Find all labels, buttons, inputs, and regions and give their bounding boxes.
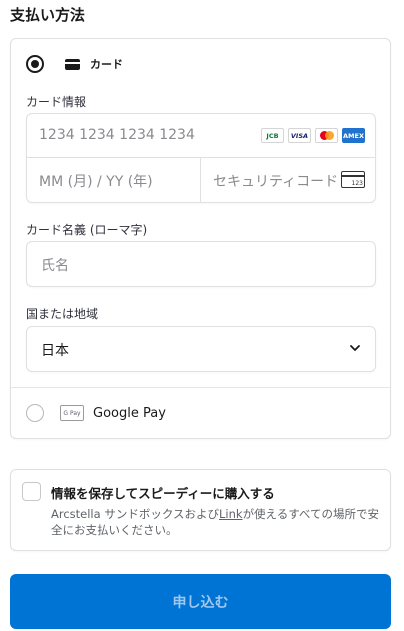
submit-button[interactable]: 申し込む xyxy=(10,574,391,629)
cardholder-name-placeholder: 氏名 xyxy=(41,258,69,274)
save-info-box: 情報を保存してスピーディーに購入する Arcstella サンドボックスおよびL… xyxy=(10,469,391,551)
visa-icon: VISA xyxy=(288,128,311,143)
cvc-placeholder: セキュリティコード xyxy=(213,174,339,190)
save-desc-prefix: Arcstella サンドボックスおよび xyxy=(51,507,219,521)
country-select[interactable]: 日本 xyxy=(26,326,376,372)
payment-method-panel: カード カード情報 1234 1234 1234 1234 JCB VISA A… xyxy=(10,38,391,439)
card-radio[interactable] xyxy=(26,55,44,73)
google-pay-radio[interactable] xyxy=(26,404,44,422)
amex-icon: AMEX xyxy=(342,128,365,143)
card-number-placeholder: 1234 1234 1234 1234 xyxy=(39,127,195,143)
card-brands: JCB VISA AMEX xyxy=(261,128,365,143)
google-pay-option[interactable]: G Pay Google Pay xyxy=(26,402,166,424)
cvc-field[interactable]: セキュリティコード 123 xyxy=(201,158,375,202)
section-title: 支払い方法 xyxy=(10,6,86,24)
jcb-icon: JCB xyxy=(261,128,284,143)
card-info-label: カード情報 xyxy=(26,95,87,109)
expiry-placeholder: MM (月) / YY (年) xyxy=(39,174,153,190)
cardholder-name-field[interactable]: 氏名 xyxy=(26,241,376,287)
country-value: 日本 xyxy=(41,343,69,359)
save-info-title: 情報を保存してスピーディーに購入する xyxy=(51,486,275,501)
google-pay-icon: G Pay xyxy=(60,405,84,421)
cvc-card-icon: 123 xyxy=(341,171,365,188)
expiry-field[interactable]: MM (月) / YY (年) xyxy=(27,158,201,202)
card-number-field[interactable]: 1234 1234 1234 1234 JCB VISA AMEX xyxy=(27,114,375,158)
save-info-description: Arcstella サンドボックスおよびLinkが使えるすべての場所で安全にお支… xyxy=(51,506,381,538)
chevron-down-icon xyxy=(350,345,360,351)
save-info-checkbox[interactable] xyxy=(22,482,41,501)
credit-card-icon xyxy=(65,58,80,70)
card-method-option[interactable]: カード xyxy=(26,53,123,75)
mastercard-icon xyxy=(315,128,338,143)
google-pay-label: Google Pay xyxy=(93,405,166,421)
cardholder-name-label: カード名義 (ローマ字) xyxy=(26,223,148,237)
method-divider xyxy=(11,387,390,388)
card-method-label: カード xyxy=(90,58,123,71)
cvc-icon-text: 123 xyxy=(351,180,363,187)
country-label: 国または地域 xyxy=(26,307,99,321)
link-text[interactable]: Link xyxy=(219,507,243,521)
card-input-group: 1234 1234 1234 1234 JCB VISA AMEX MM (月)… xyxy=(26,113,376,203)
